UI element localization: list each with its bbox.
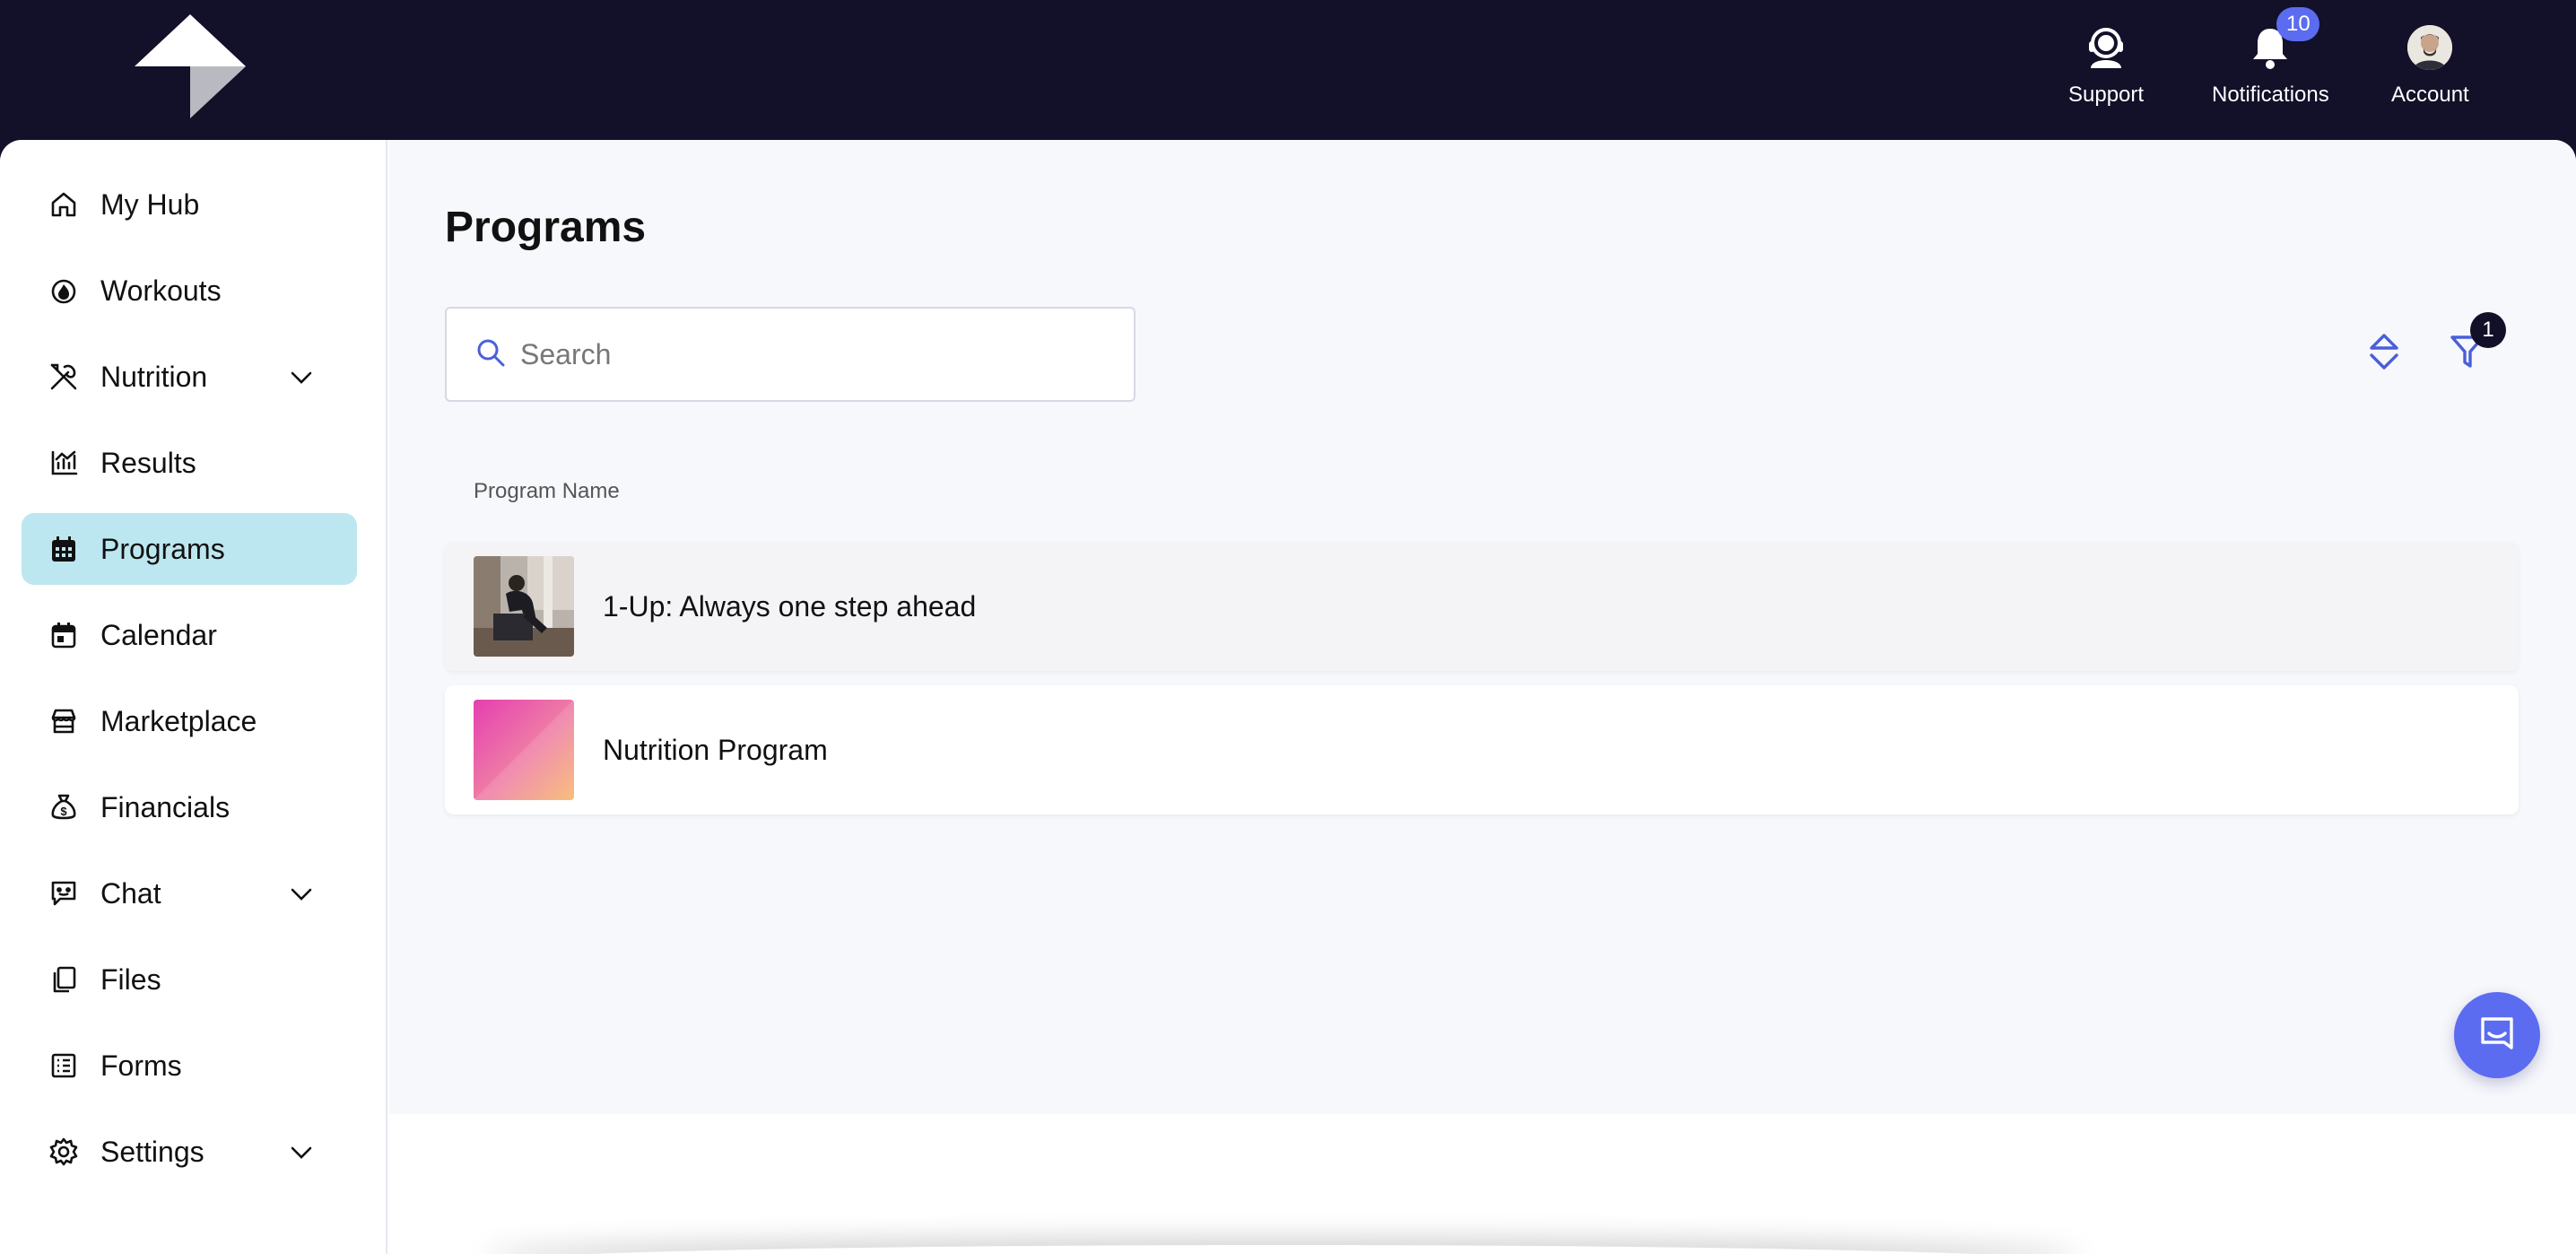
search-icon — [475, 337, 506, 372]
gear-icon — [48, 1136, 79, 1167]
sidebar-item-nutrition[interactable]: Nutrition — [22, 341, 357, 413]
sidebar-item-calendar[interactable]: Calendar — [22, 599, 357, 671]
money-bag-icon: $ — [48, 792, 79, 823]
chat-launcher-button[interactable] — [2454, 992, 2540, 1078]
sidebar-item-workouts[interactable]: Workouts — [22, 255, 357, 327]
account-button[interactable]: Account — [2391, 23, 2469, 113]
headset-icon — [2082, 23, 2130, 72]
program-name: Nutrition Program — [603, 733, 828, 766]
sidebar-item-settings[interactable]: Settings — [22, 1116, 357, 1188]
sidebar-item-my-hub[interactable]: My Hub — [22, 169, 357, 240]
main-content: Programs 1 Program Name — [389, 140, 2576, 1114]
search-field[interactable] — [445, 307, 1136, 402]
sidebar-item-label: Programs — [100, 532, 225, 565]
filter-button[interactable]: 1 — [2432, 312, 2506, 389]
top-bar: Support 10 Notifications Account — [0, 0, 2576, 140]
table-row[interactable]: Nutrition Program — [445, 685, 2519, 814]
account-label: Account — [2391, 83, 2469, 107]
support-label: Support — [2068, 83, 2145, 107]
notifications-badge: 10 — [2276, 7, 2320, 41]
filter-count-badge: 1 — [2470, 312, 2506, 348]
sidebar-item-label: Financials — [100, 790, 231, 823]
calendar-grid-icon — [48, 534, 79, 564]
program-name: 1-Up: Always one step ahead — [603, 589, 977, 623]
chevron-down-icon[interactable] — [289, 365, 314, 390]
sort-button[interactable] — [2348, 318, 2420, 389]
sidebar: My Hub Workouts Nutrition Results Progra… — [0, 140, 387, 1254]
utensils-icon — [48, 361, 79, 392]
sidebar-item-financials[interactable]: $ Financials — [22, 771, 357, 843]
column-header-program-name[interactable]: Program Name — [474, 479, 620, 504]
search-input[interactable] — [520, 337, 1094, 371]
notifications-button[interactable]: 10 Notifications — [2212, 7, 2329, 113]
sidebar-item-programs[interactable]: Programs — [22, 513, 357, 585]
home-icon — [48, 189, 79, 220]
sidebar-item-label: Calendar — [100, 618, 217, 651]
sidebar-item-label: Settings — [100, 1135, 205, 1168]
sidebar-item-label: Marketplace — [100, 704, 257, 737]
chart-icon — [48, 448, 79, 478]
sidebar-item-label: Files — [100, 962, 161, 996]
sidebar-item-results[interactable]: Results — [22, 427, 357, 499]
notifications-label: Notifications — [2212, 83, 2329, 107]
calendar-icon — [48, 620, 79, 650]
sidebar-item-label: Results — [100, 446, 196, 479]
program-thumbnail — [474, 700, 574, 800]
program-thumbnail — [474, 556, 574, 657]
sidebar-item-label: My Hub — [100, 187, 200, 221]
sidebar-item-files[interactable]: Files — [22, 944, 357, 1015]
chevron-down-icon[interactable] — [289, 882, 314, 907]
sidebar-item-marketplace[interactable]: Marketplace — [22, 685, 357, 757]
message-icon — [2477, 1014, 2517, 1058]
sidebar-item-label: Nutrition — [100, 360, 208, 393]
store-icon — [48, 706, 79, 736]
support-button[interactable]: Support — [2068, 23, 2144, 113]
sidebar-item-label: Forms — [100, 1049, 182, 1082]
files-icon — [48, 964, 79, 995]
svg-text:$: $ — [60, 805, 67, 818]
brand-logo[interactable] — [135, 14, 246, 122]
bell-icon: 10 — [2246, 7, 2320, 72]
sort-icon — [2368, 332, 2400, 376]
table-row[interactable]: 1-Up: Always one step ahead — [445, 542, 2519, 671]
sidebar-item-chat[interactable]: Chat — [22, 858, 357, 929]
sidebar-item-label: Chat — [100, 876, 161, 910]
sidebar-item-forms[interactable]: Forms — [22, 1030, 357, 1102]
flame-icon — [48, 275, 79, 306]
content-footer-area — [389, 1114, 2576, 1254]
form-icon — [48, 1050, 79, 1081]
avatar — [2407, 25, 2453, 70]
app-shell: My Hub Workouts Nutrition Results Progra… — [0, 140, 2576, 1254]
page-title: Programs — [445, 204, 647, 251]
chevron-down-icon[interactable] — [289, 1140, 314, 1165]
sidebar-item-label: Workouts — [100, 274, 222, 307]
chat-icon — [48, 878, 79, 909]
